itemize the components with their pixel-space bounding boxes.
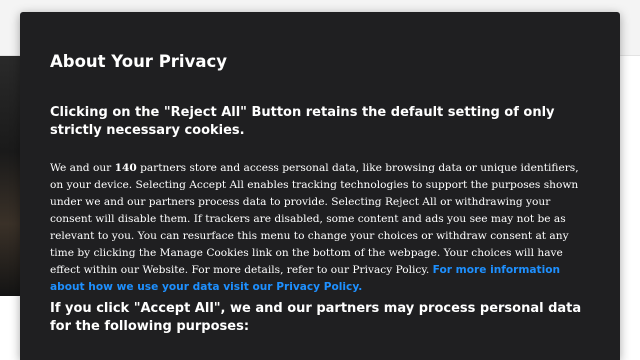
partner-count: 140 (114, 162, 137, 174)
accept-all-heading: If you click "Accept All", we and our pa… (50, 301, 582, 334)
description-text-rest: partners store and access personal data,… (50, 162, 579, 276)
privacy-description: We and our 140 partners store and access… (50, 160, 590, 296)
privacy-dialog: About Your Privacy Clicking on the "Reje… (20, 12, 620, 360)
description-text-start: We and our (50, 162, 115, 174)
dialog-title: About Your Privacy (50, 52, 228, 71)
background-image (0, 56, 22, 296)
reject-all-heading: Clicking on the "Reject All" Button reta… (50, 105, 555, 138)
